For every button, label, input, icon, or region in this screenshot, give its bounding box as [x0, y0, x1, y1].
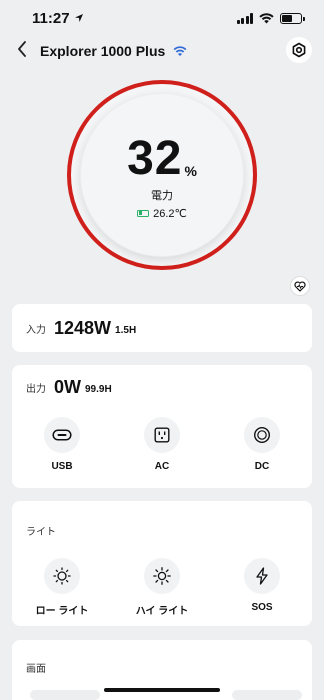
power-label: 電力	[151, 189, 173, 202]
low-light-button[interactable]	[44, 558, 80, 594]
back-button[interactable]	[12, 41, 32, 61]
settings-button[interactable]	[286, 37, 312, 63]
screen-section-title: 画面	[26, 664, 46, 675]
light-section-title: ライト	[26, 527, 56, 538]
status-left: 11:27	[32, 10, 84, 27]
light-label-high: ハイ ライト	[135, 606, 189, 617]
cellular-signal-icon	[236, 12, 253, 24]
port-usb[interactable]: USB	[22, 417, 102, 472]
input-hours: 1.5H	[115, 324, 137, 336]
battery-mini-icon	[137, 209, 150, 217]
light-card: ライト ロー ライト ハイ ライト SOS	[12, 501, 312, 626]
light-label-sos: SOS	[251, 602, 273, 613]
status-right	[236, 12, 305, 24]
status-bar: 11:27	[0, 0, 324, 36]
usb-c-icon	[52, 429, 72, 441]
output-ports: USB AC DC	[12, 417, 312, 472]
light-mode-sos[interactable]: SOS	[222, 558, 302, 617]
ac-port-button[interactable]	[144, 417, 180, 453]
temperature-value: 26.2℃	[153, 207, 187, 220]
sun-low-icon	[53, 567, 71, 585]
nav-bar: Explorer 1000 Plus	[0, 36, 324, 66]
input-watts: 1248W	[54, 317, 112, 338]
input-label: 入力	[26, 324, 46, 336]
output-header: 出力 0W 99.9H	[26, 377, 112, 398]
output-hours: 99.9H	[85, 384, 112, 395]
port-ac[interactable]: AC	[122, 417, 202, 472]
battery-gauge-dial: 32 % 電力 26.2℃	[80, 93, 244, 257]
device-title: Explorer 1000 Plus	[40, 43, 166, 59]
dc-port-icon	[253, 426, 271, 444]
light-label-low: ロー ライト	[35, 606, 89, 617]
ac-outlet-icon	[154, 427, 170, 443]
port-dc[interactable]: DC	[222, 417, 302, 472]
output-card: 出力 0W 99.9H USB AC DC	[12, 365, 312, 488]
port-label-ac: AC	[154, 461, 170, 472]
light-mode-low[interactable]: ロー ライト	[22, 558, 102, 617]
battery-percent-unit: %	[184, 162, 197, 179]
battery-status-icon	[280, 12, 305, 24]
battery-health-button[interactable]	[290, 276, 310, 296]
output-label: 出力	[26, 384, 46, 395]
heart-icon	[294, 280, 306, 292]
port-label-usb: USB	[51, 461, 73, 472]
screen-option-peek[interactable]	[232, 690, 302, 700]
location-arrow-icon	[74, 14, 83, 22]
usb-port-button[interactable]	[44, 417, 80, 453]
sun-high-icon	[153, 567, 171, 585]
port-label-dc: DC	[254, 461, 270, 472]
home-indicator[interactable]	[104, 688, 220, 692]
lightning-icon	[256, 567, 268, 585]
sos-light-button[interactable]	[244, 558, 280, 594]
dc-port-button[interactable]	[244, 417, 280, 453]
light-modes: ロー ライト ハイ ライト SOS	[12, 558, 312, 617]
battery-percent-value: 32	[127, 131, 183, 185]
settings-icon	[292, 42, 306, 58]
status-time: 11:27	[32, 9, 70, 27]
screen-option-peek[interactable]	[30, 690, 100, 700]
battery-gauge: 32 % 電力 26.2℃	[67, 80, 257, 270]
wifi-status-icon	[259, 12, 274, 23]
input-card: 入力 1248W 1.5H	[12, 304, 312, 352]
output-watts: 0W	[54, 377, 81, 397]
temperature-row: 26.2℃	[137, 207, 187, 220]
battery-percent: 32 %	[127, 131, 197, 185]
high-light-button[interactable]	[144, 558, 180, 594]
light-mode-high[interactable]: ハイ ライト	[122, 558, 202, 617]
back-arrow-icon	[18, 41, 26, 57]
wifi-icon	[173, 46, 187, 56]
